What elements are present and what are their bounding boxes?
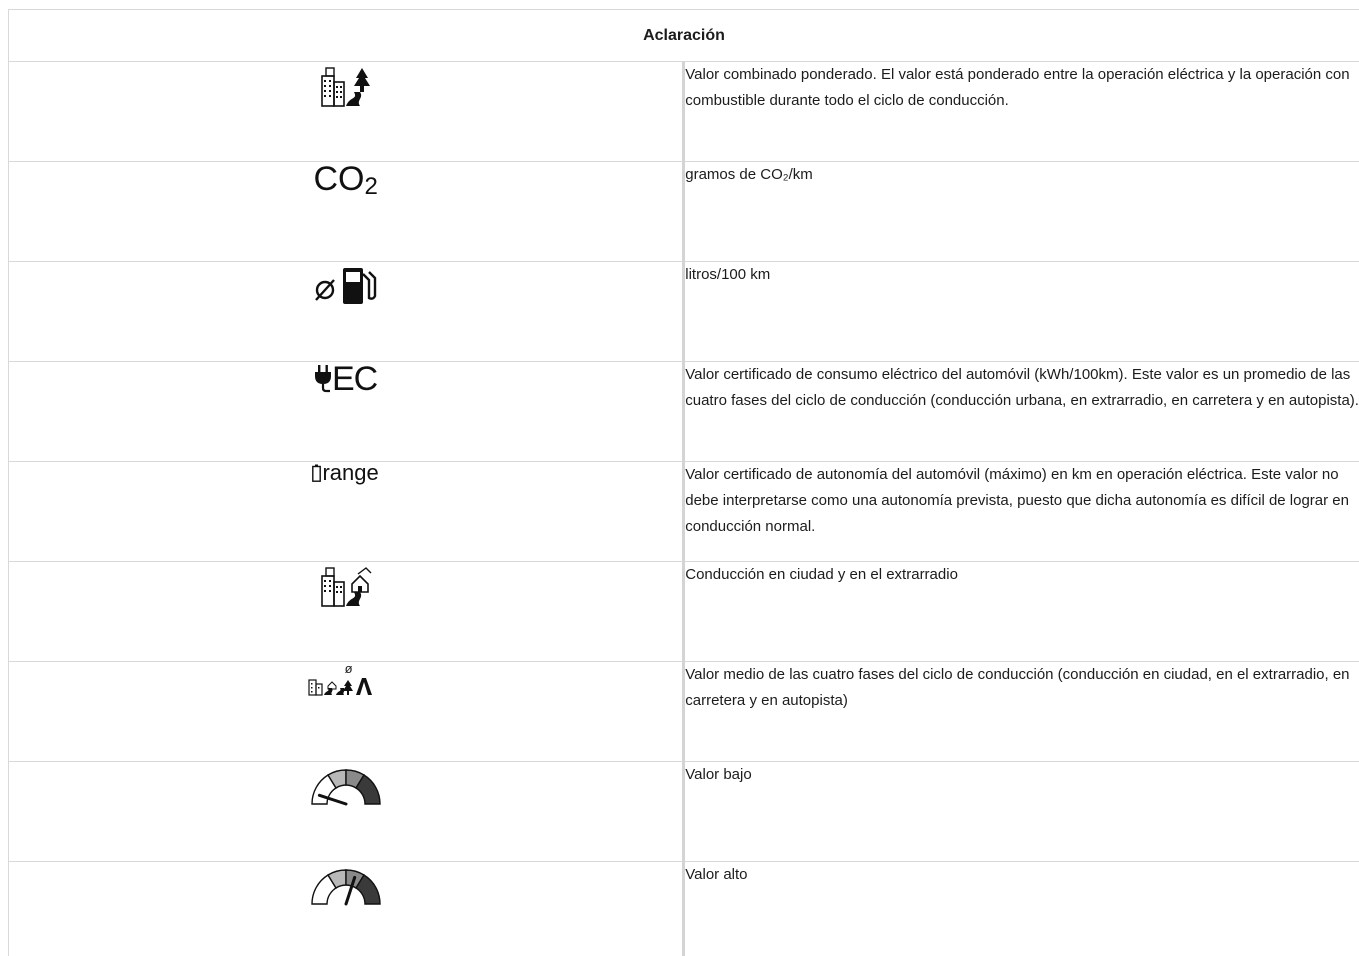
icon-cell (7, 61, 686, 162)
gauge-low-icon (310, 769, 381, 806)
icon-cell: ø (7, 661, 686, 762)
icon-cell (7, 561, 686, 662)
icon-cell: CO2 (7, 161, 686, 262)
row-description: Valor combinado ponderado. El valor está… (683, 61, 1359, 162)
co2-icon: CO2 (313, 162, 377, 199)
gauge-high-icon (310, 869, 381, 906)
icon-cell: range (7, 460, 686, 562)
icon-cell (7, 761, 686, 862)
electric-range-icon: range (312, 460, 379, 485)
table-row: range Valor certificado de autonomía del… (7, 460, 1359, 562)
table-row: CO2 gramos de CO₂/km (7, 161, 1359, 262)
row-description: Valor bajo (683, 761, 1359, 862)
table-row: EC Valor certificado de consumo eléctric… (7, 360, 1359, 462)
ec-icon-text: EC (332, 360, 378, 398)
fuel-average-icon (314, 268, 376, 304)
range-icon-text: range (322, 460, 379, 485)
average-symbol: ø (344, 661, 353, 676)
city-suburban-icon (320, 567, 372, 607)
row-description: Conducción en ciudad y en el extrarradio (683, 561, 1359, 662)
electric-consumption-icon: EC (314, 360, 378, 398)
city-rural-combined-icon (320, 67, 370, 107)
table-row: Valor combinado ponderado. El valor está… (7, 61, 1359, 162)
icon-cell (7, 861, 686, 956)
table-row: ø Valor medio de las cuatro fases del ci… (7, 661, 1359, 762)
table-row: litros/100 km (7, 261, 1359, 362)
legend-page: Aclaración Valor combinado ponderado. El… (0, 0, 1359, 956)
co2-icon-text: CO (313, 160, 365, 198)
table-header-row: Aclaración (8, 9, 1359, 62)
table-row: Conducción en ciudad y en el extrarradio (7, 561, 1359, 662)
battery-icon (312, 464, 322, 482)
row-description: litros/100 km (683, 261, 1359, 362)
row-description: Valor certificado de autonomía del autom… (683, 461, 1359, 562)
icon-cell (7, 261, 686, 362)
row-description: Valor certificado de consumo eléctrico d… (683, 361, 1359, 462)
row-description: gramos de CO₂/km (683, 161, 1359, 262)
table-row: Valor bajo (7, 761, 1359, 862)
table-header: Aclaración (8, 9, 1359, 62)
four-phase-average-icon: ø (308, 662, 384, 696)
icon-cell: EC (7, 360, 686, 462)
row-description: Valor alto (685, 866, 748, 883)
table-row: Valor alto (7, 861, 1359, 956)
legend-table: Aclaración Valor combinado ponderado. El… (7, 9, 1359, 956)
row-description: Valor medio de las cuatro fases del cicl… (683, 661, 1359, 762)
plug-icon (315, 365, 331, 393)
four-phase-scene-icon (308, 678, 372, 696)
co2-icon-subscript: 2 (364, 173, 378, 200)
